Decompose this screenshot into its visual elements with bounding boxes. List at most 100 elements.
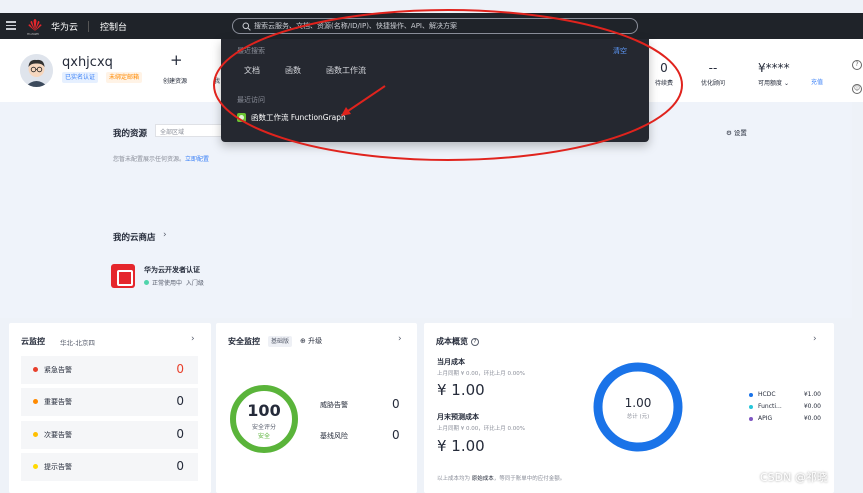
alarm-row-info[interactable]: 提示告警 0 — [21, 453, 198, 481]
clear-history-button[interactable]: 清空 — [613, 46, 627, 56]
avatar[interactable] — [20, 54, 53, 87]
feedback-icon[interactable]: ☺ — [852, 84, 862, 94]
menu-icon[interactable] — [6, 21, 16, 30]
threat-alarm-label[interactable]: 威胁告警 — [320, 400, 348, 410]
current-cost-compare: 上月同期 ¥ 0.00，环比上月 0.00% — [437, 371, 525, 377]
global-search-input[interactable]: 搜索云服务、文档、资源(名称/ID/IP)、快捷操作、API、解决方案 — [232, 18, 638, 34]
forecast-cost-label: 月末预测成本 — [437, 413, 479, 421]
alarm-label: 次要告警 — [44, 431, 72, 439]
email-badge[interactable]: 未绑定邮箱 — [106, 72, 143, 83]
truncated-shortcut-label[interactable]: 我 — [214, 76, 220, 85]
pending-renewal-stat[interactable]: 0 待续费 — [654, 61, 674, 87]
alarm-row-critical[interactable]: 紧急告警 0 — [21, 356, 198, 384]
search-placeholder: 搜索云服务、文档、资源(名称/ID/IP)、快捷操作、API、解决方案 — [254, 22, 457, 30]
edition-tag: 基础版 — [268, 336, 293, 347]
cost-overview-card: 成本概览? › 当月成本 上月同期 ¥ 0.00，环比上月 0.00% ¥ 1.… — [424, 323, 834, 493]
stat-label: 优化顾问 — [700, 80, 725, 87]
huawei-logo-icon[interactable] — [27, 18, 43, 32]
original-cost-link[interactable]: 原始成本 — [472, 476, 494, 482]
recent-search-title: 最近搜索 — [237, 47, 265, 55]
verified-badge[interactable]: 已实名认证 — [62, 72, 99, 83]
cloud-monitor-card: 云监控 华北-北京四 › 紧急告警 0 重要告警 0 次要告警 0 提示告警 0 — [9, 323, 211, 493]
card-title: 安全监控 — [228, 337, 260, 346]
stat-label: 待续费 — [654, 80, 673, 87]
alarm-count: 0 — [176, 459, 184, 473]
recharge-link[interactable]: 充值 — [811, 77, 823, 86]
security-monitor-card: 安全监控 基础版 ⊕ 升级 › 100 安全评分 安全 威胁告警 0 基线风险 … — [216, 323, 417, 493]
security-status: 安全 — [257, 433, 270, 440]
help-icon[interactable]: ? — [471, 337, 479, 346]
recent-search-item[interactable]: 文档 — [244, 65, 260, 76]
chevron-right-icon[interactable]: › — [163, 230, 167, 240]
stat-value: ¥**** — [758, 61, 790, 75]
configure-link[interactable]: 立即配置 — [185, 156, 209, 163]
alarm-count: 0 — [176, 394, 184, 408]
cost-note: 以上成本均为 原始成本，等同于账单中的应付金额。 — [437, 476, 566, 482]
legend-item: APIG ¥0.00 — [749, 415, 821, 422]
card-title: 成本概览? — [436, 336, 479, 347]
legend-item: HCDC ¥1.00 — [749, 391, 821, 398]
baseline-risk-label[interactable]: 基线风险 — [320, 431, 348, 441]
plus-icon[interactable]: + — [170, 51, 183, 69]
divider — [88, 21, 89, 32]
settings-button[interactable]: ⚙ 设置 — [726, 127, 747, 137]
recent-visits-title: 最近访问 — [237, 96, 265, 104]
alarm-label: 紧急告警 — [44, 366, 72, 374]
current-cost-amount: ¥ 1.00 — [437, 381, 485, 399]
search-icon — [242, 22, 251, 31]
threat-alarm-value: 0 — [392, 397, 400, 411]
upgrade-button[interactable]: ⊕ 升级 — [300, 336, 322, 346]
brand-name[interactable]: 华为云 — [51, 20, 78, 33]
stat-value: -- — [708, 61, 718, 75]
functiongraph-icon — [237, 113, 246, 122]
empty-note-text: 您暂未配置展示任何资源。 — [113, 156, 186, 163]
alarm-count: 0 — [176, 427, 184, 441]
top-navigation-bar: HUAWEI 华为云 控制台 搜索云服务、文档、资源(名称/ID/IP)、快捷操… — [0, 13, 863, 39]
security-score: 100 — [247, 401, 281, 420]
donut-total: 1.00 — [624, 396, 652, 410]
help-icon[interactable]: ? — [852, 60, 862, 70]
my-resources-title: 我的资源 — [113, 129, 148, 139]
donut-label: 总计 (元) — [626, 414, 650, 420]
legend-item: Functi... ¥0.00 — [749, 403, 821, 410]
username: qxhjcxq — [62, 55, 113, 70]
forecast-cost-amount: ¥ 1.00 — [437, 437, 485, 455]
region-select[interactable]: 全部区域 — [155, 124, 225, 137]
chevron-right-icon[interactable]: › — [191, 334, 195, 344]
forecast-cost-compare: 上月同期 ¥ 0.00，环比上月 0.00% — [437, 426, 525, 432]
available-credit-stat[interactable]: ¥**** 可用额度 ⌄ — [758, 61, 792, 87]
store-item-name[interactable]: 华为云开发者认证 — [144, 265, 200, 275]
alarm-row-major[interactable]: 重要告警 0 — [21, 388, 198, 416]
chevron-right-icon[interactable]: › — [398, 334, 402, 344]
chevron-right-icon[interactable]: › — [813, 334, 817, 344]
alarm-count: 0 — [176, 362, 184, 376]
search-dropdown: 最近搜索 清空 文档 函数 函数工作流 最近访问 函数工作流 FunctionG… — [221, 39, 649, 142]
create-resource-label[interactable]: 创建资源 — [163, 76, 187, 85]
recent-visit-label: 函数工作流 FunctionGraph — [251, 113, 346, 122]
recent-search-item[interactable]: 函数 — [285, 65, 301, 76]
console-link[interactable]: 控制台 — [100, 20, 127, 33]
settings-label: 设置 — [733, 129, 747, 137]
recent-search-item[interactable]: 函数工作流 — [326, 65, 366, 76]
optimization-advisor-stat[interactable]: -- 优化顾问 — [697, 61, 729, 87]
store-item-level[interactable]: 入门级 — [186, 280, 204, 287]
stat-value: 0 — [660, 61, 668, 75]
logo-text: HUAWEI — [27, 32, 40, 36]
developer-cert-icon — [111, 264, 135, 288]
stat-label: 可用额度 ⌄ — [758, 80, 789, 87]
store-item-status: 正常使用中 入门级 — [144, 278, 204, 287]
chevron-down-icon[interactable]: ⌄ — [784, 80, 789, 87]
card-title: 云监控 — [21, 337, 45, 346]
watermark: CSDN @祁晓 — [760, 471, 828, 484]
gear-icon: ⚙ — [726, 129, 732, 137]
baseline-risk-value: 0 — [392, 428, 400, 442]
my-store-title[interactable]: 我的云商店 — [113, 231, 156, 243]
user-avatar-icon — [20, 54, 53, 87]
alarm-row-minor[interactable]: 次要告警 0 — [21, 421, 198, 449]
current-cost-label: 当月成本 — [437, 358, 465, 366]
monitor-region[interactable]: 华北-北京四 — [60, 337, 95, 347]
empty-resources-note: 您暂未配置展示任何资源。立即配置 — [113, 154, 209, 163]
alarm-label: 重要告警 — [44, 398, 72, 406]
recent-visit-functiongraph[interactable]: 函数工作流 FunctionGraph — [237, 112, 346, 123]
security-score-label: 安全评分 — [251, 424, 276, 431]
